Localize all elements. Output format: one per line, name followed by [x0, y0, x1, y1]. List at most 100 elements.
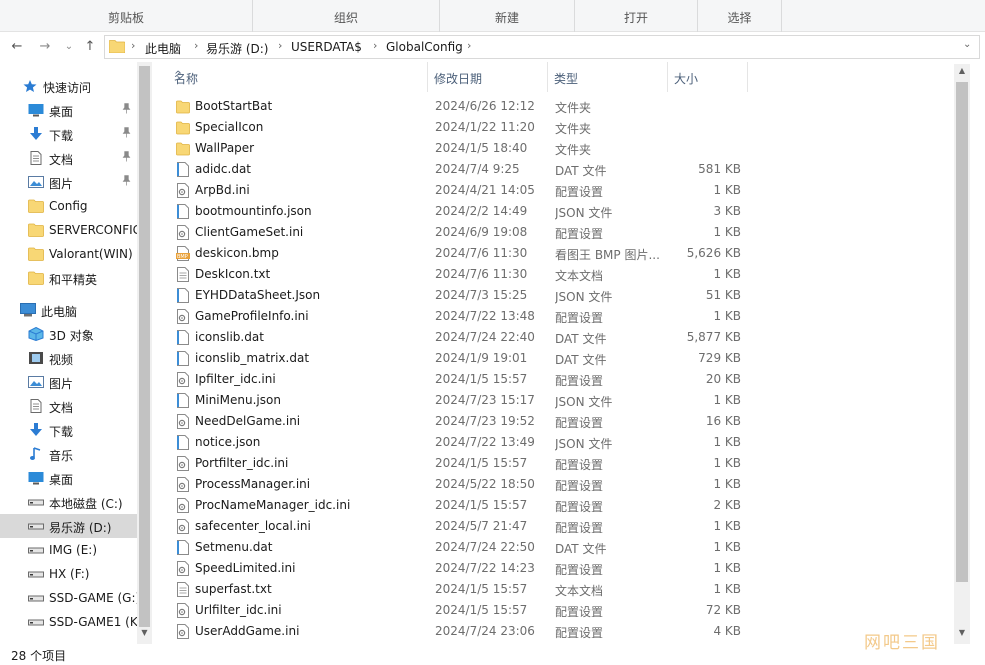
- file-row[interactable]: iconslib_matrix.dat 2024/1/9 19:01 DAT 文件 7…: [160, 348, 750, 369]
- ribbon-group-organize[interactable]: 组织: [253, 0, 440, 32]
- file-row[interactable]: BMP deskicon.bmp 2024/7/6 11:30 看图王 BMP 图片.…: [160, 243, 750, 264]
- sidebar-item[interactable]: 此电脑: [0, 298, 137, 322]
- file-name: WallPaper: [195, 141, 255, 155]
- column-header-size[interactable]: 大小: [668, 62, 748, 92]
- file-row[interactable]: iconslib.dat 2024/7/24 22:40 DAT 文件 5,877 K…: [160, 327, 750, 348]
- sidebar-item[interactable]: 下载: [0, 122, 137, 146]
- file-size: 20 KB: [705, 372, 741, 386]
- sidebar-item[interactable]: 音乐: [0, 442, 137, 466]
- file-row[interactable]: MiniMenu.json 2024/7/23 15:17 JSON 文件 1 KB: [160, 390, 750, 411]
- file-row[interactable]: bootmountinfo.json 2024/2/2 14:49 JSON 文件 3…: [160, 201, 750, 222]
- column-header-type[interactable]: 类型: [548, 62, 668, 92]
- sidebar-item[interactable]: 文档: [0, 394, 137, 418]
- file-date: 2024/5/22 18:50: [435, 477, 535, 491]
- back-button[interactable]: ←: [8, 37, 26, 57]
- file-row[interactable]: Ipfilter_idc.ini 2024/1/5 15:57 配置设置 20 KB: [160, 369, 750, 390]
- sidebar-item[interactable]: SSD-GAME (G:): [0, 586, 137, 610]
- sidebar-item[interactable]: IMG (E:): [0, 538, 137, 562]
- column-header-date[interactable]: 修改日期: [428, 62, 548, 92]
- sidebar-item[interactable]: SERVERCONFIG: [0, 218, 137, 242]
- file-name: safecenter_local.ini: [195, 519, 311, 533]
- sidebar-item[interactable]: Config: [0, 194, 137, 218]
- scroll-down-icon[interactable]: ▼: [139, 628, 150, 637]
- file-type: JSON 文件: [555, 437, 613, 451]
- column-header-name[interactable]: 名称 ^: [168, 62, 428, 92]
- breadcrumb-this-pc[interactable]: 此电脑: [145, 40, 181, 57]
- sidebar-item[interactable]: 易乐游 (D:): [0, 514, 137, 538]
- sidebar-item-label: SERVERCONFIG: [49, 223, 137, 237]
- sidebar-item[interactable]: 桌面: [0, 466, 137, 490]
- file-row[interactable]: NeedDelGame.ini 2024/7/23 19:52 配置设置 16 KB: [160, 411, 750, 432]
- address-bar[interactable]: › 此电脑 › 易乐游 (D:) › USERDATA$ › GlobalCon…: [104, 35, 980, 59]
- ini-file-icon: [176, 477, 190, 492]
- file-row[interactable]: WallPaper 2024/1/5 18:40 文件夹: [160, 138, 750, 159]
- sidebar-item-label: 下载: [49, 425, 74, 439]
- file-list-scrollbar[interactable]: ▲ ▼: [954, 64, 970, 644]
- ribbon-group-select[interactable]: 选择: [698, 0, 782, 32]
- file-row[interactable]: SpeedLimited.ini 2024/7/22 14:23 配置设置 1 KB: [160, 558, 750, 579]
- file-name: iconslib.dat: [195, 330, 264, 344]
- breadcrumb-globalconfig[interactable]: GlobalConfig: [386, 40, 463, 54]
- breadcrumb-drive-d[interactable]: 易乐游 (D:): [206, 40, 268, 57]
- sidebar-item[interactable]: 和平精英: [0, 266, 137, 290]
- sidebar-item-label: 图片: [49, 377, 74, 391]
- nav-scrollbar-thumb[interactable]: [139, 66, 150, 627]
- file-row[interactable]: ClientGameSet.ini 2024/6/9 19:08 配置设置 1 KB: [160, 222, 750, 243]
- file-name: MiniMenu.json: [195, 393, 281, 407]
- recent-locations-button[interactable]: ⌄: [60, 37, 78, 57]
- ribbon-group-new[interactable]: 新建: [440, 0, 575, 32]
- file-name: ProcessManager.ini: [195, 477, 311, 491]
- nav-scrollbar[interactable]: ▲ ▼: [137, 62, 152, 644]
- breadcrumb-userdata[interactable]: USERDATA$: [291, 40, 362, 54]
- ribbon-group-clipboard[interactable]: 剪贴板: [0, 0, 253, 32]
- sidebar-item[interactable]: 3D 对象: [0, 322, 137, 346]
- file-row[interactable]: ArpBd.ini 2024/4/21 14:05 配置设置 1 KB: [160, 180, 750, 201]
- file-type: 文本文档: [555, 269, 604, 283]
- file-row[interactable]: UserAddGame.ini 2024/7/24 23:06 配置设置 4 KB: [160, 621, 750, 642]
- sidebar-item[interactable]: HX (F:): [0, 562, 137, 586]
- address-history-dropdown[interactable]: ⌄: [963, 39, 971, 50]
- file-list: 名称 ^ 修改日期 类型 大小 BootStartBat 2024/6/26 12…: [160, 62, 956, 644]
- file-row[interactable]: Portfilter_idc.ini 2024/1/5 15:57 配置设置 1 KB: [160, 453, 750, 474]
- sidebar-item[interactable]: 本地磁盘 (C:): [0, 490, 137, 514]
- sidebar-item[interactable]: SSD-GAME1 (K:): [0, 610, 137, 634]
- file-row[interactable]: superfast.txt 2024/1/5 15:57 文本文档 1 KB: [160, 579, 750, 600]
- file-type: 配置设置: [555, 563, 604, 577]
- sidebar-item[interactable]: 视频: [0, 346, 137, 370]
- ribbon-group-open[interactable]: 打开: [575, 0, 698, 32]
- file-row[interactable]: Setmenu.dat 2024/7/24 22:50 DAT 文件 1 KB: [160, 537, 750, 558]
- file-row[interactable]: GameProfileInfo.ini 2024/7/22 13:48 配置设置 1 …: [160, 306, 750, 327]
- file-list-scrollbar-thumb[interactable]: [956, 82, 968, 582]
- file-row[interactable]: ProcessManager.ini 2024/5/22 18:50 配置设置 1 K…: [160, 474, 750, 495]
- file-size: 16 KB: [705, 414, 741, 428]
- file-row[interactable]: Urlfilter_idc.ini 2024/1/5 15:57 配置设置 72 KB: [160, 600, 750, 621]
- file-row[interactable]: SpecialIcon 2024/1/22 11:20 文件夹: [160, 117, 750, 138]
- scroll-up-icon[interactable]: ▲: [954, 66, 970, 75]
- sidebar-item[interactable]: 桌面: [0, 98, 137, 122]
- file-name: bootmountinfo.json: [195, 204, 312, 218]
- sidebar-item-label: Config: [49, 199, 88, 213]
- file-type: 配置设置: [555, 227, 604, 241]
- up-button[interactable]: ↑: [81, 37, 99, 57]
- file-row[interactable]: DeskIcon.txt 2024/7/6 11:30 文本文档 1 KB: [160, 264, 750, 285]
- file-row[interactable]: safecenter_local.ini 2024/5/7 21:47 配置设置 1 …: [160, 516, 750, 537]
- file-row[interactable]: BootStartBat 2024/6/26 12:12 文件夹: [160, 96, 750, 117]
- file-size: 1 KB: [713, 540, 741, 554]
- file-row[interactable]: adidc.dat 2024/7/4 9:25 DAT 文件 581 KB: [160, 159, 750, 180]
- sidebar-item-label: 和平精英: [49, 273, 98, 287]
- sidebar-item[interactable]: 图片: [0, 170, 137, 194]
- sidebar-item[interactable]: Valorant(WIN): [0, 242, 137, 266]
- sidebar-item-label: 下载: [49, 129, 74, 143]
- sidebar-item[interactable]: 快速访问: [0, 74, 137, 98]
- sidebar-item-label: IMG (E:): [49, 543, 97, 557]
- forward-button[interactable]: →: [36, 37, 54, 57]
- sidebar-item[interactable]: 下载: [0, 418, 137, 442]
- drive-icon: [28, 567, 44, 581]
- file-row[interactable]: EYHDDataSheet.Json 2024/7/3 15:25 JSON 文件 5…: [160, 285, 750, 306]
- sidebar-item[interactable]: 文档: [0, 146, 137, 170]
- dat-file-icon: [176, 540, 190, 555]
- sidebar-item[interactable]: 图片: [0, 370, 137, 394]
- scroll-down-icon[interactable]: ▼: [954, 628, 970, 637]
- file-row[interactable]: notice.json 2024/7/22 13:49 JSON 文件 1 KB: [160, 432, 750, 453]
- file-row[interactable]: ProcNameManager_idc.ini 2024/1/5 15:57 配置设…: [160, 495, 750, 516]
